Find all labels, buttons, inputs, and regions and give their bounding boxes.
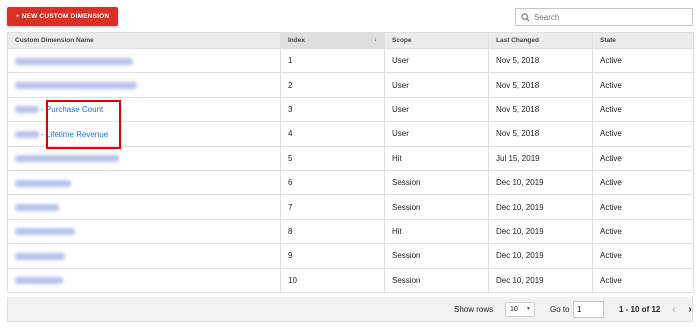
dimension-name-link[interactable]: - Lifetime Revenue xyxy=(41,130,108,139)
column-header-index[interactable]: Index ↓ xyxy=(280,32,385,49)
dimension-name-cell[interactable] xyxy=(7,145,281,171)
index-cell: 7 xyxy=(280,194,385,220)
index-cell: 5 xyxy=(280,145,385,171)
column-header-scope[interactable]: Scope xyxy=(384,32,489,49)
state-cell: Active xyxy=(592,47,694,74)
dimension-name-cell[interactable] xyxy=(7,72,281,98)
scope-cell: User xyxy=(384,72,489,98)
index-cell: 3 xyxy=(280,96,385,123)
custom-dimensions-table: Custom Dimension Name Index ↓ Scope Last … xyxy=(7,32,694,293)
dimension-name-cell[interactable] xyxy=(7,267,281,293)
last-changed-cell: Nov 5, 2018 xyxy=(488,72,593,98)
index-cell: 8 xyxy=(280,218,385,245)
goto-page-input[interactable] xyxy=(573,301,604,318)
state-cell: Active xyxy=(592,267,694,293)
state-cell: Active xyxy=(592,72,694,98)
search-box[interactable] xyxy=(515,8,693,26)
index-cell: 1 xyxy=(280,47,385,74)
table-row: 1 User Nov 5, 2018 Active xyxy=(7,47,694,74)
column-header-state[interactable]: State xyxy=(592,32,694,49)
state-cell: Active xyxy=(592,243,694,269)
last-changed-cell: Dec 10, 2019 xyxy=(488,194,593,220)
index-cell: 2 xyxy=(280,72,385,98)
column-header-name[interactable]: Custom Dimension Name xyxy=(7,32,281,49)
search-input[interactable] xyxy=(534,10,684,24)
state-cell: Active xyxy=(592,121,694,147)
scope-cell: User xyxy=(384,47,489,74)
state-cell: Active xyxy=(592,145,694,171)
last-changed-cell: Dec 10, 2019 xyxy=(488,243,593,269)
previous-page-icon[interactable]: ‹ xyxy=(668,302,680,317)
last-changed-cell: Nov 5, 2018 xyxy=(488,96,593,123)
index-cell: 4 xyxy=(280,121,385,147)
redacted-name xyxy=(15,203,59,211)
table-row: - Lifetime Revenue 4 User Nov 5, 2018 Ac… xyxy=(7,121,694,147)
search-icon xyxy=(521,12,530,22)
scope-cell: Session xyxy=(384,194,489,220)
redacted-name xyxy=(15,155,119,163)
last-changed-cell: Dec 10, 2019 xyxy=(488,218,593,245)
next-page-icon[interactable]: › xyxy=(684,302,696,317)
redacted-name xyxy=(15,106,39,114)
last-changed-cell: Dec 10, 2019 xyxy=(488,169,593,196)
redacted-name xyxy=(15,228,75,236)
table-row: 5 Hit Jul 15, 2019 Active xyxy=(7,145,694,171)
column-header-last-changed[interactable]: Last Changed xyxy=(488,32,593,49)
table-row: - Purchase Count 3 User Nov 5, 2018 Acti… xyxy=(7,96,694,123)
dimension-name-cell[interactable] xyxy=(7,47,281,74)
table-row: 9 Session Dec 10, 2019 Active xyxy=(7,243,694,269)
show-rows-label: Show rows xyxy=(454,305,494,314)
dimension-name-cell[interactable]: - Lifetime Revenue xyxy=(7,121,281,147)
redacted-name xyxy=(15,130,39,138)
pagination-footer: Show rows 10 ▾ Go to 1 - 10 of 12 ‹ › xyxy=(7,297,693,322)
redacted-name xyxy=(15,179,71,187)
redacted-name xyxy=(15,277,63,285)
scope-cell: Hit xyxy=(384,145,489,171)
rows-per-page-value: 10 xyxy=(510,306,518,313)
rows-per-page-select[interactable]: 10 ▾ xyxy=(505,302,535,317)
redacted-name xyxy=(15,57,133,65)
table-row: 2 User Nov 5, 2018 Active xyxy=(7,72,694,98)
redacted-name xyxy=(15,81,137,89)
dimension-name-cell[interactable] xyxy=(7,169,281,196)
dimension-name-cell[interactable]: - Purchase Count xyxy=(7,96,281,123)
new-custom-dimension-button[interactable]: + NEW CUSTOM DIMENSION xyxy=(7,7,118,26)
scope-cell: User xyxy=(384,121,489,147)
dimension-name-cell[interactable] xyxy=(7,218,281,245)
scope-cell: Hit xyxy=(384,218,489,245)
index-cell: 6 xyxy=(280,169,385,196)
table-header-row: Custom Dimension Name Index ↓ Scope Last … xyxy=(7,32,694,49)
scope-cell: User xyxy=(384,96,489,123)
state-cell: Active xyxy=(592,218,694,245)
sort-down-icon: ↓ xyxy=(374,37,377,43)
dimension-name-cell[interactable] xyxy=(7,194,281,220)
table-row: 10 Session Dec 10, 2019 Active xyxy=(7,267,694,293)
redacted-name xyxy=(15,252,65,260)
page-range-info: 1 - 10 of 12 xyxy=(619,305,661,314)
index-cell: 10 xyxy=(280,267,385,293)
index-cell: 9 xyxy=(280,243,385,269)
state-cell: Active xyxy=(592,96,694,123)
table-row: 8 Hit Dec 10, 2019 Active xyxy=(7,218,694,245)
dimension-name-link[interactable]: - Purchase Count xyxy=(41,105,103,114)
last-changed-cell: Dec 10, 2019 xyxy=(488,267,593,293)
table-row: 7 Session Dec 10, 2019 Active xyxy=(7,194,694,220)
last-changed-cell: Nov 5, 2018 xyxy=(488,121,593,147)
scope-cell: Session xyxy=(384,169,489,196)
table-row: 6 Session Dec 10, 2019 Active xyxy=(7,169,694,196)
scope-cell: Session xyxy=(384,267,489,293)
dimension-name-cell[interactable] xyxy=(7,243,281,269)
toolbar: + NEW CUSTOM DIMENSION xyxy=(0,0,700,32)
scope-cell: Session xyxy=(384,243,489,269)
state-cell: Active xyxy=(592,169,694,196)
goto-label: Go to xyxy=(550,305,570,314)
last-changed-cell: Nov 5, 2018 xyxy=(488,47,593,74)
state-cell: Active xyxy=(592,194,694,220)
chevron-down-icon: ▾ xyxy=(526,306,530,312)
last-changed-cell: Jul 15, 2019 xyxy=(488,145,593,171)
